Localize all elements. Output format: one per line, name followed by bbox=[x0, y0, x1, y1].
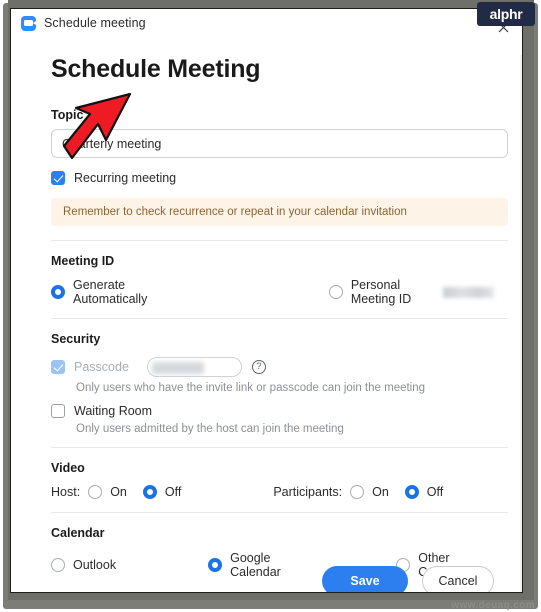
dialog-title-bar: Schedule meeting bbox=[11, 9, 522, 37]
recurring-meeting-row[interactable]: Recurring meeting bbox=[51, 171, 494, 185]
divider-after-meeting-id bbox=[51, 318, 508, 319]
radio-generate-automatically-input[interactable] bbox=[51, 285, 65, 299]
radio-participants-video-on-input[interactable] bbox=[350, 485, 365, 499]
radio-host-video-off-input[interactable] bbox=[142, 485, 157, 499]
recurring-meeting-checkbox[interactable] bbox=[51, 171, 65, 185]
topic-input-value: Quarterly meeting bbox=[62, 136, 162, 151]
radio-personal-meeting-id-label: Personal Meeting ID bbox=[350, 278, 412, 306]
radio-calendar-outlook-label: Outlook bbox=[73, 558, 117, 572]
radio-generate-automatically[interactable]: Generate Automatically bbox=[51, 278, 170, 306]
waiting-room-help-text: Only users admitted by the host can join… bbox=[76, 423, 344, 435]
radio-personal-meeting-id[interactable]: Personal Meeting ID bbox=[328, 278, 494, 306]
radio-participants-video-off[interactable]: Off bbox=[404, 485, 444, 499]
passcode-row[interactable]: Passcode ? bbox=[51, 357, 494, 377]
video-host-label: Host: bbox=[51, 485, 81, 499]
passcode-input[interactable] bbox=[146, 357, 242, 377]
video-participants-label: Participants: bbox=[273, 485, 343, 499]
radio-host-video-on[interactable]: On bbox=[88, 485, 127, 499]
site-watermark: www.deuaq.com bbox=[451, 600, 535, 611]
zoom-camera-icon bbox=[21, 15, 36, 31]
alphr-logo: alphr bbox=[477, 2, 535, 26]
divider-after-video bbox=[51, 512, 508, 513]
recurring-meeting-label: Recurring meeting bbox=[74, 171, 177, 185]
video-options: Host: On Off Participants: On Off bbox=[51, 485, 494, 499]
passcode-help-text: Only users who have the invite link or p… bbox=[76, 382, 426, 394]
passcode-label: Passcode bbox=[74, 360, 129, 374]
video-label: Video bbox=[51, 461, 85, 475]
topic-input[interactable]: Quarterly meeting bbox=[51, 129, 508, 158]
radio-calendar-google-input[interactable] bbox=[208, 558, 223, 572]
question-mark-icon[interactable]: ? bbox=[251, 360, 266, 374]
recurrence-notice-banner: Remember to check recurrence or repeat i… bbox=[51, 198, 508, 226]
waiting-room-label: Waiting Room bbox=[74, 404, 153, 418]
desktop-frame: Schedule meeting Schedule Meeting Topic … bbox=[0, 0, 541, 612]
waiting-room-row[interactable]: Waiting Room bbox=[51, 404, 494, 418]
security-label: Security bbox=[51, 332, 101, 346]
dialog-footer: Save Cancel bbox=[322, 566, 494, 592]
passcode-checkbox[interactable] bbox=[51, 360, 65, 374]
radio-host-video-on-input[interactable] bbox=[88, 485, 103, 499]
radio-participants-video-off-input[interactable] bbox=[404, 485, 419, 499]
radio-participants-video-on-label: On bbox=[372, 485, 389, 499]
recurrence-notice-text: Remember to check recurrence or repeat i… bbox=[63, 206, 407, 218]
radio-calendar-google[interactable]: Google Calendar bbox=[208, 551, 308, 579]
scroll-edge bbox=[520, 55, 522, 592]
divider-after-security bbox=[51, 447, 508, 448]
radio-generate-automatically-label: Generate Automatically bbox=[73, 278, 148, 306]
radio-participants-video-off-label: Off bbox=[426, 485, 444, 499]
radio-host-video-off-label: Off bbox=[164, 485, 182, 499]
passcode-masked-value bbox=[151, 362, 204, 374]
meeting-id-label: Meeting ID bbox=[51, 254, 115, 268]
cancel-button[interactable]: Cancel bbox=[422, 566, 494, 592]
radio-host-video-off[interactable]: Off bbox=[142, 485, 182, 499]
divider-after-recurring bbox=[51, 240, 508, 241]
calendar-label: Calendar bbox=[51, 526, 105, 540]
dialog-body: Schedule Meeting Topic Quarterly meeting… bbox=[11, 55, 522, 592]
meeting-id-options: Generate Automatically Personal Meeting … bbox=[51, 278, 494, 306]
radio-participants-video-on[interactable]: On bbox=[350, 485, 389, 499]
radio-personal-meeting-id-input[interactable] bbox=[328, 285, 343, 299]
page-title: Schedule Meeting bbox=[51, 55, 261, 83]
radio-calendar-outlook-input[interactable] bbox=[51, 558, 65, 572]
save-button[interactable]: Save bbox=[322, 566, 408, 592]
window-title: Schedule meeting bbox=[44, 16, 146, 30]
personal-meeting-id-masked-value bbox=[442, 286, 494, 298]
waiting-room-checkbox[interactable] bbox=[51, 404, 65, 418]
radio-calendar-outlook[interactable]: Outlook bbox=[51, 558, 116, 572]
radio-host-video-on-label: On bbox=[110, 485, 127, 499]
radio-calendar-google-label: Google Calendar bbox=[230, 551, 281, 579]
schedule-meeting-dialog: Schedule meeting Schedule Meeting Topic … bbox=[10, 8, 523, 593]
topic-label: Topic bbox=[51, 108, 84, 122]
